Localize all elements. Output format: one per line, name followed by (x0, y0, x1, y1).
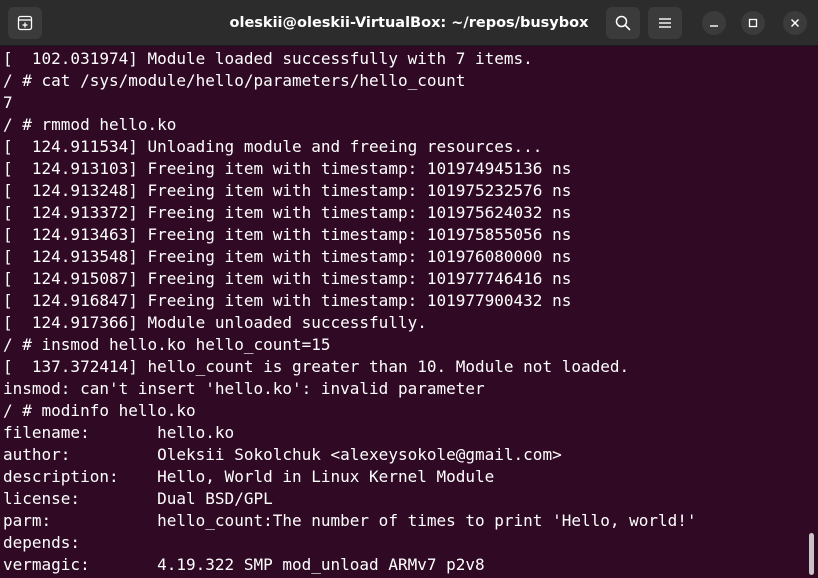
search-button[interactable] (606, 7, 640, 39)
terminal-line: / # cat /sys/module/hello/parameters/hel… (3, 71, 466, 90)
search-icon (615, 15, 631, 31)
terminal-line: license: Dual BSD/GPL (3, 489, 273, 508)
terminal-line: [ 124.913248] Freeing item with timestam… (3, 181, 572, 200)
menu-button[interactable] (648, 7, 682, 39)
close-button[interactable] (783, 11, 807, 35)
terminal-line: / # insmod hello.ko hello_count=15 (3, 335, 331, 354)
terminal-line: / # modinfo hello.ko (3, 401, 196, 420)
terminal-line: filename: hello.ko (3, 423, 235, 442)
terminal-line: [ 124.911534] Unloading module and freei… (3, 137, 543, 156)
terminal-line: parm: hello_count:The number of times to… (3, 511, 697, 530)
close-icon (791, 19, 799, 27)
terminal-line: [ 124.916847] Freeing item with timestam… (3, 291, 572, 310)
terminal-line: [ 102.031974] Module loaded successfully… (3, 49, 533, 68)
minimize-icon (710, 25, 718, 27)
terminal-line: depends: (3, 533, 81, 552)
terminal-line: description: Hello, World in Linux Kerne… (3, 467, 495, 486)
scrollbar[interactable] (806, 46, 818, 578)
terminal-line: / # rmmod hello.ko (3, 115, 177, 134)
title-bar[interactable]: oleskii@oleskii-VirtualBox: ~/repos/busy… (0, 0, 818, 46)
terminal-line: [ 124.915087] Freeing item with timestam… (3, 269, 572, 288)
terminal-line: [ 124.913548] Freeing item with timestam… (3, 247, 572, 266)
terminal-line: [ 124.913463] Freeing item with timestam… (3, 225, 572, 244)
terminal-window: oleskii@oleskii-VirtualBox: ~/repos/busy… (0, 0, 818, 578)
terminal-line: [ 124.913372] Freeing item with timestam… (3, 203, 572, 222)
window-title: oleskii@oleskii-VirtualBox: ~/repos/busy… (229, 15, 589, 31)
maximize-icon (748, 18, 758, 28)
hamburger-menu-icon (659, 18, 671, 28)
terminal-line: 7 (3, 93, 13, 112)
new-tab-icon (17, 15, 33, 31)
scrollbar-thumb[interactable] (809, 533, 814, 575)
new-tab-button[interactable] (8, 7, 42, 39)
terminal-line: insmod: can't insert 'hello.ko': invalid… (3, 379, 485, 398)
terminal-line: [ 137.372414] hello_count is greater tha… (3, 357, 630, 376)
terminal-line: vermagic: 4.19.322 SMP mod_unload ARMv7 … (3, 555, 485, 574)
terminal-line: [ 124.917366] Module unloaded successful… (3, 313, 427, 332)
terminal-output[interactable]: [ 102.031974] Module loaded successfully… (0, 46, 806, 578)
minimize-button[interactable] (702, 11, 726, 35)
maximize-button[interactable] (741, 11, 765, 35)
terminal-line: author: Oleksii Sokolchuk <alexeysokole@… (3, 445, 562, 464)
terminal-line: [ 124.913103] Freeing item with timestam… (3, 159, 572, 178)
